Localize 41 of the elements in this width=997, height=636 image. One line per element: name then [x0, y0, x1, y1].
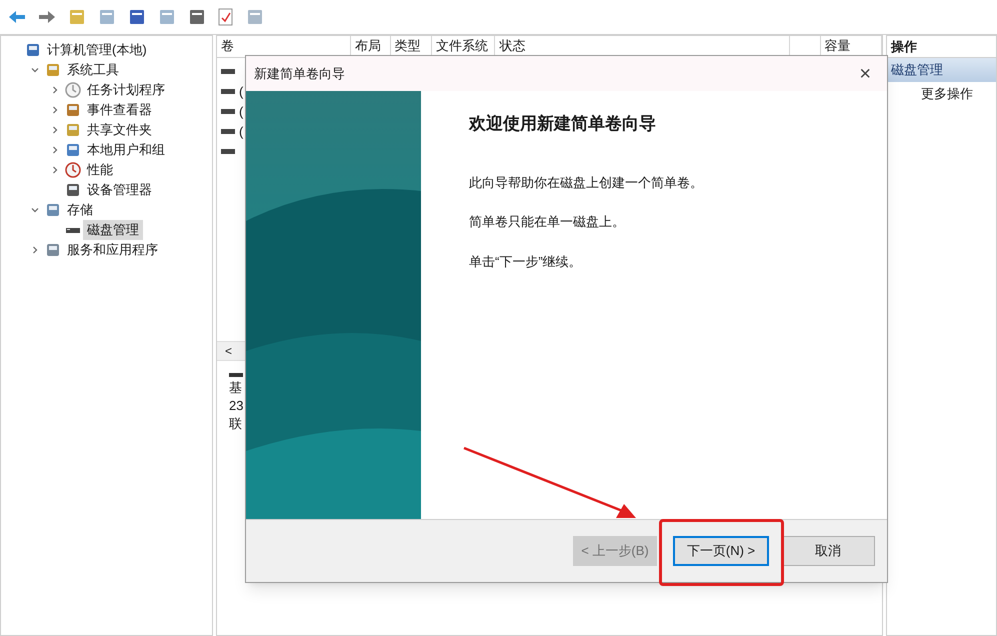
clock-icon — [65, 82, 81, 98]
forward-arrow-icon[interactable] — [38, 10, 56, 24]
wizard-text: 此向导帮助你在磁盘上创建一个简单卷。 — [469, 174, 703, 192]
table-cell-text: ( — [239, 83, 244, 102]
chevron-down-icon[interactable] — [31, 66, 39, 74]
dialog-button[interactable]: 取消 — [781, 536, 875, 566]
disk-label: 23 — [229, 397, 244, 415]
tree-item[interactable]: 共享文件夹 — [83, 120, 156, 140]
back-arrow-icon[interactable] — [8, 10, 26, 24]
dialog-title: 新建简单卷向导 — [254, 64, 345, 83]
chevron-right-icon[interactable] — [31, 246, 39, 254]
tree-item[interactable]: 系统工具 — [63, 60, 123, 80]
chevron-right-icon[interactable] — [51, 86, 59, 94]
chevron-right-icon[interactable] — [51, 146, 59, 154]
tree-item[interactable]: 任务计划程序 — [83, 80, 169, 100]
wizard-text: 简单卷只能在单一磁盘上。 — [469, 213, 626, 231]
close-button[interactable]: × — [851, 64, 879, 84]
tree-item[interactable]: 计算机管理(本地) — [43, 40, 151, 60]
table-cell-text: ( — [239, 123, 244, 142]
chevron-down-icon[interactable] — [31, 206, 39, 214]
disk-label: 基 — [229, 379, 243, 397]
action-item[interactable]: 更多操作 — [887, 82, 996, 106]
chevron-right-icon[interactable] — [51, 166, 59, 174]
dialog-button[interactable]: 下一页(N) > — [673, 536, 769, 566]
tree-item[interactable]: 设备管理器 — [83, 180, 156, 200]
wizard-text: 单击“下一步”继续。 — [469, 252, 583, 270]
tree-item[interactable]: 存储 — [63, 200, 97, 220]
chevron-right-icon[interactable] — [51, 126, 59, 134]
action-item[interactable]: 磁盘管理 — [887, 58, 996, 82]
gauge-icon — [65, 162, 81, 178]
tree-item[interactable]: 本地用户和组 — [83, 140, 169, 160]
tree-item[interactable]: 磁盘管理 — [83, 220, 143, 240]
tree-item[interactable]: 服务和应用程序 — [63, 240, 162, 260]
wizard-heading: 欢迎使用新建简单卷向导 — [469, 113, 657, 135]
tree-item[interactable]: 事件查看器 — [83, 100, 156, 120]
chevron-right-icon[interactable] — [51, 106, 59, 114]
table-cell-text: ( — [239, 103, 244, 122]
scroll-left-button[interactable]: < — [217, 342, 240, 360]
disk-label: 联 — [229, 415, 243, 433]
checklist-icon[interactable] — [218, 8, 234, 26]
tree-item[interactable]: 性能 — [83, 160, 117, 180]
